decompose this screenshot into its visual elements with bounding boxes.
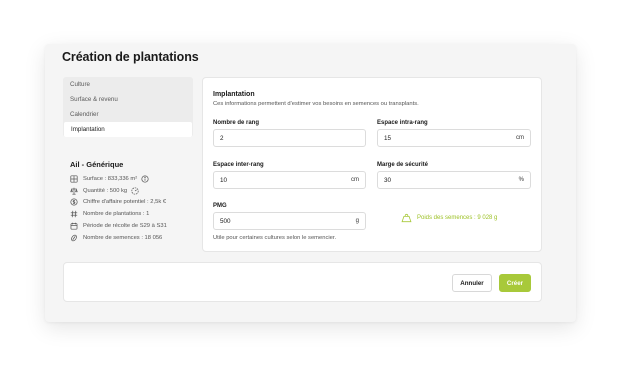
unit-percent: % xyxy=(518,177,524,183)
inter-row-label: Espace inter-rang xyxy=(213,162,264,168)
nav-item-calendrier[interactable]: Calendrier xyxy=(63,107,193,122)
seed-weight: Poids des semences : 9 028 g xyxy=(401,213,497,223)
info-icon[interactable] xyxy=(141,175,149,183)
dollar-icon xyxy=(70,198,78,207)
summary-periode-recolte: Période de récolte de S29 à S31 xyxy=(70,220,200,232)
summary-nombre-semences: Nombre de semences : 18 056 xyxy=(70,232,200,244)
section-title: Implantation xyxy=(213,91,255,98)
intra-row-input[interactable]: 15 cm xyxy=(377,129,531,147)
safety-margin-input[interactable]: 30 % xyxy=(377,171,531,189)
calendar-icon xyxy=(70,222,78,230)
summary-chiffre-affaire: Chiffre d'affaire potentiel : 2,5k € xyxy=(70,197,200,209)
area-icon xyxy=(70,175,78,183)
pmg-hint: Utile pour certaines cultures selon le s… xyxy=(213,235,337,241)
scale-icon xyxy=(70,187,78,195)
nav-item-surface-revenu[interactable]: Surface & revenu xyxy=(63,92,193,107)
summary-surface: Surface : 833,336 m² xyxy=(70,173,200,185)
unit-g: g xyxy=(355,218,359,224)
seed-weight-text: Poids des semences : 9 028 g xyxy=(417,215,498,221)
unit-cm: cm xyxy=(351,177,359,183)
modal-footer: Annuler Créer xyxy=(63,262,542,302)
safety-margin-label: Marge de sécurité xyxy=(377,162,429,168)
inter-row-input[interactable]: 10 cm xyxy=(213,171,366,189)
summary-nombre-plantations: Nombre de plantations : 1 xyxy=(70,208,200,220)
implantation-panel: Implantation Ces informations permettent… xyxy=(202,77,542,252)
gauge-icon[interactable] xyxy=(131,187,139,195)
pmg-label: PMG xyxy=(213,203,227,209)
page-title: Création de plantations xyxy=(62,50,199,64)
sidebar-nav: Culture Surface & revenu Calendrier Impl… xyxy=(63,77,193,137)
hash-icon xyxy=(70,210,78,218)
summary-quantite: Quantité : 500 kg xyxy=(70,185,200,197)
nav-item-culture[interactable]: Culture xyxy=(63,77,193,92)
weight-icon xyxy=(401,213,412,223)
unit-cm: cm xyxy=(516,135,524,141)
rows-count-label: Nombre de rang xyxy=(213,120,260,126)
section-description: Ces informations permettent d'estimer vo… xyxy=(213,101,419,107)
nav-item-implantation[interactable]: Implantation xyxy=(64,122,192,137)
crop-name: Ail - Générique xyxy=(70,160,124,169)
create-button[interactable]: Créer xyxy=(499,274,531,292)
intra-row-label: Espace intra-rang xyxy=(377,120,428,126)
crop-summary: Ail - Générique Surface : 833,336 m² Qua… xyxy=(70,160,200,244)
pmg-input[interactable]: 500 g xyxy=(213,212,366,230)
rows-count-input[interactable]: 2 xyxy=(213,129,366,147)
cancel-button[interactable]: Annuler xyxy=(452,274,492,292)
seed-icon xyxy=(70,234,78,242)
